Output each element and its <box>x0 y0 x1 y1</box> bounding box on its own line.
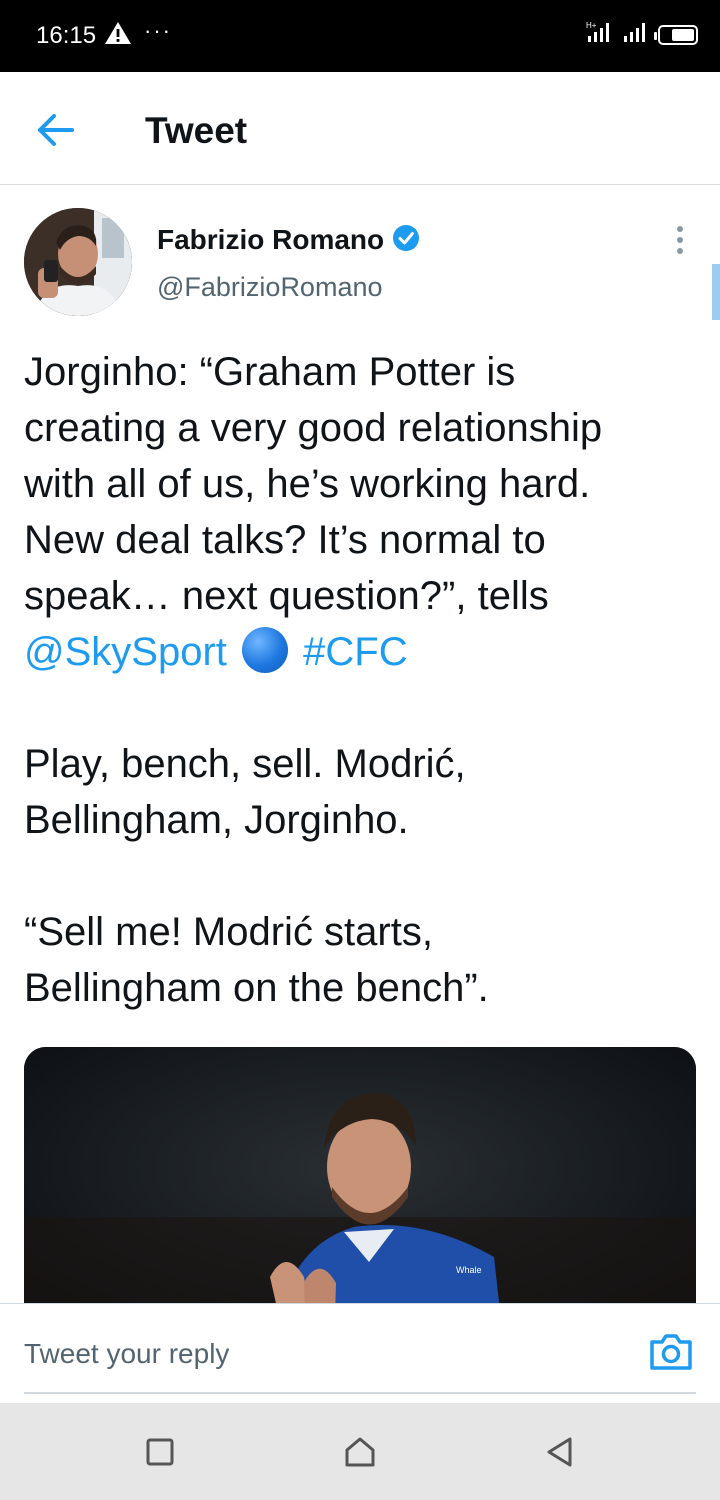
tweet-line: @SkySport #CFC <box>24 624 704 680</box>
hashtag-link[interactable]: #CFC <box>303 630 407 674</box>
signal-icon <box>622 20 648 49</box>
battery-icon <box>654 24 698 45</box>
tweet-line: with all of us, he’s working hard. <box>24 462 591 506</box>
recents-square-icon[interactable] <box>143 1435 177 1469</box>
tweet-media-image[interactable]: Whale <box>24 1047 696 1347</box>
divider <box>24 1392 696 1394</box>
scrollbar[interactable] <box>712 264 720 320</box>
verified-badge-icon <box>392 224 420 252</box>
reply-input[interactable]: Tweet your reply <box>24 1338 229 1370</box>
tweet-line: creating a very good relationship <box>24 406 603 450</box>
back-triangle-icon[interactable] <box>543 1435 577 1469</box>
more-vertical-icon[interactable] <box>666 224 694 256</box>
author-name[interactable]: Fabrizio Romano <box>157 224 384 256</box>
lte-signal-icon: H+ <box>586 20 612 49</box>
author-handle[interactable]: @FabrizioRomano <box>157 272 383 303</box>
status-bar: 16:15 ··· H+ <box>0 0 720 72</box>
tweet-line: speak… next question?”, tells <box>24 574 549 618</box>
battery-level <box>671 28 694 41</box>
top-app-bar: Tweet <box>0 72 720 185</box>
avatar[interactable] <box>24 208 132 316</box>
reply-bar: Tweet your reply <box>0 1303 720 1404</box>
tweet-line: New deal talks? It’s normal to <box>24 518 546 562</box>
system-navigation-bar <box>0 1403 720 1500</box>
home-icon[interactable] <box>343 1435 377 1469</box>
page-title: Tweet <box>145 110 248 151</box>
mention-link[interactable]: @SkySport <box>24 630 227 674</box>
tweet-line: Bellingham on the bench”. <box>24 966 489 1010</box>
more-notifications-icon: ··· <box>144 18 172 43</box>
tweet-text: Jorginho: “Graham Potter is creating a v… <box>24 344 704 1016</box>
tweet-line: Jorginho: “Graham Potter is <box>24 350 516 394</box>
status-indicators: H+ <box>586 20 698 49</box>
tweet-line: “Sell me! Modrić starts, <box>24 910 433 954</box>
media-label: Whale <box>456 1265 482 1275</box>
svg-text:H+: H+ <box>586 21 597 30</box>
arrow-left-icon[interactable] <box>34 108 78 152</box>
warning-icon <box>104 20 132 51</box>
blue-circle-emoji <box>242 627 289 673</box>
tweet-line: Play, bench, sell. Modrić, <box>24 742 466 786</box>
status-time: 16:15 <box>36 22 97 49</box>
camera-icon[interactable] <box>648 1330 694 1374</box>
tweet-line: Bellingham, Jorginho. <box>24 798 409 842</box>
